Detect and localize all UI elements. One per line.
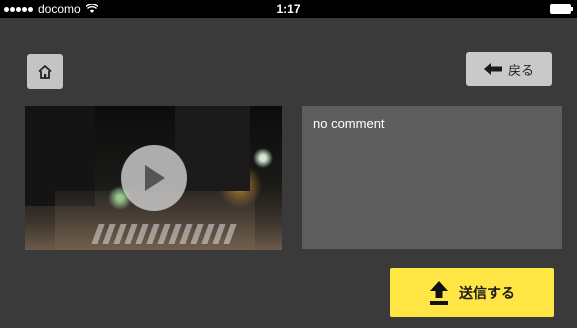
- back-button[interactable]: 戻る: [466, 52, 552, 86]
- home-button[interactable]: [27, 54, 63, 89]
- upload-icon: [430, 280, 448, 305]
- battery-icon: [550, 4, 573, 14]
- status-bar: docomo 1:17: [0, 0, 577, 18]
- home-icon: [38, 64, 52, 79]
- play-button[interactable]: [121, 145, 187, 211]
- video-thumbnail[interactable]: [25, 106, 282, 250]
- play-icon: [145, 165, 165, 191]
- send-button-label: 送信する: [459, 284, 515, 301]
- back-button-label: 戻る: [507, 62, 534, 78]
- send-button[interactable]: 送信する: [390, 268, 554, 317]
- video-scene-crosswalk: [91, 224, 239, 244]
- status-time: 1:17: [276, 2, 301, 16]
- arrow-left-icon: [483, 63, 502, 75]
- comment-box: no comment: [302, 106, 562, 249]
- comment-text: no comment: [313, 116, 385, 131]
